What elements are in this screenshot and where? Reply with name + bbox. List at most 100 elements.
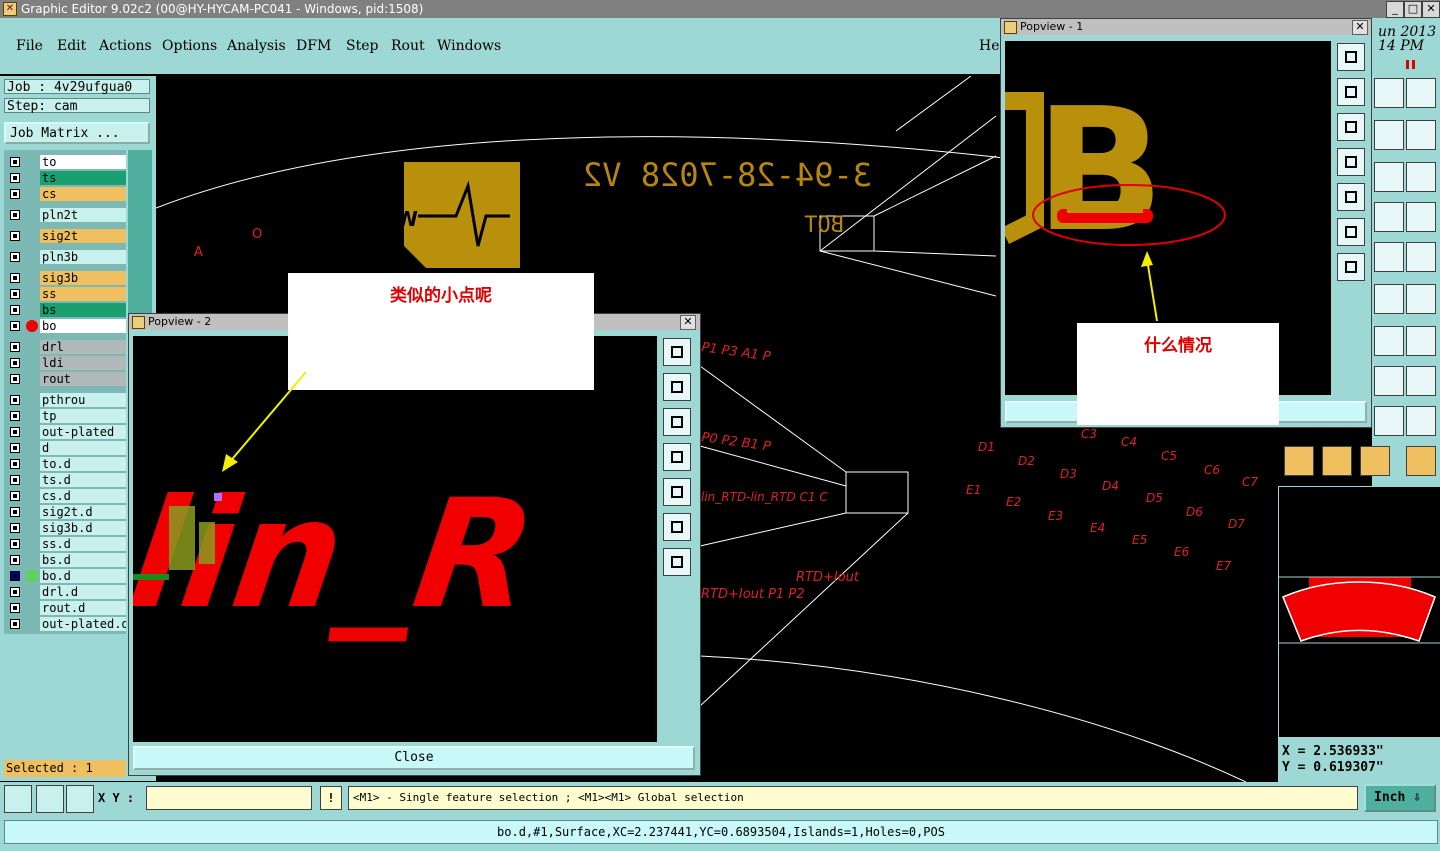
arc-icon[interactable] [1374, 326, 1404, 356]
layer-checkbox[interactable] [10, 507, 20, 517]
layer-checkbox[interactable] [10, 475, 20, 485]
layer-checkbox[interactable] [10, 289, 20, 299]
help-icon[interactable] [1406, 162, 1436, 192]
popview-2-tool-4[interactable] [663, 443, 691, 471]
maximize-button[interactable]: □ [1404, 1, 1422, 18]
overview-window[interactable] [1278, 486, 1440, 738]
layer-checkbox[interactable] [10, 231, 20, 241]
layer-row[interactable]: bs.d [4, 553, 126, 567]
layer-row[interactable]: ts.d [4, 473, 126, 487]
layer-checkbox[interactable] [10, 571, 20, 581]
layer-row[interactable]: sig3b.d [4, 521, 126, 535]
layer-checkbox[interactable] [10, 587, 20, 597]
layer-row[interactable]: cs [4, 187, 126, 201]
layer-checkbox[interactable] [10, 619, 20, 629]
panel-icon[interactable] [1374, 202, 1404, 232]
popview-2-close-button[interactable]: Close [133, 746, 695, 770]
layer-checkbox[interactable] [10, 374, 20, 384]
pointer-icon[interactable] [1284, 446, 1314, 476]
popview-1-tool-4[interactable] [1337, 148, 1365, 176]
clipboard-icon[interactable] [1374, 78, 1404, 108]
layer-checkbox[interactable] [10, 603, 20, 613]
menu-windows[interactable]: Windows [437, 38, 501, 54]
popview-2-tool-3[interactable] [663, 408, 691, 436]
layer-row[interactable]: rout [4, 372, 126, 386]
popview-1-tool-6[interactable] [1337, 218, 1365, 246]
layer-checkbox[interactable] [10, 252, 20, 262]
close-button[interactable]: ✕ [1422, 1, 1440, 18]
popview-2-close-icon[interactable]: ✕ [680, 315, 696, 330]
popview-2-tool-2[interactable] [663, 373, 691, 401]
popview-1-close-icon[interactable]: ✕ [1352, 20, 1368, 35]
menu-help[interactable]: He [979, 38, 1000, 54]
shape-icon[interactable] [1406, 366, 1436, 396]
layer-checkbox[interactable] [10, 491, 20, 501]
units-dropdown[interactable]: Inch ⇩ [1364, 784, 1436, 812]
popview-2-tool-6[interactable] [663, 513, 691, 541]
popview-2-tool-1[interactable] [663, 338, 691, 366]
layer-checkbox[interactable] [10, 443, 20, 453]
layer-row[interactable]: bs [4, 303, 126, 317]
popview-1-tool-7[interactable] [1337, 253, 1365, 281]
measure-icon[interactable] [36, 785, 64, 813]
menu-dfm[interactable]: DFM [296, 38, 331, 54]
layer-row[interactable]: out-plated.d [4, 617, 126, 631]
layer-row[interactable]: ss.d [4, 537, 126, 551]
menu-actions[interactable]: Actions [99, 38, 152, 54]
layer-row[interactable]: bo.d [4, 569, 126, 583]
menu-analysis[interactable]: Analysis [227, 38, 286, 54]
layer-row[interactable]: d [4, 441, 126, 455]
layer-checkbox[interactable] [10, 523, 20, 533]
curve-icon[interactable] [1406, 120, 1436, 150]
layer-checkbox[interactable] [10, 395, 20, 405]
square-icon[interactable] [1374, 120, 1404, 150]
layer-checkbox[interactable] [10, 358, 20, 368]
popview-1-tool-5[interactable] [1337, 183, 1365, 211]
grid-pad-icon[interactable] [1406, 202, 1436, 232]
layer-row[interactable]: drl [4, 340, 126, 354]
layer-row[interactable]: bo [4, 319, 126, 333]
layer-checkbox[interactable] [10, 459, 20, 469]
layer-row[interactable]: to.d [4, 457, 126, 471]
text-icon[interactable] [1374, 162, 1404, 192]
copy-icon[interactable] [1374, 366, 1404, 396]
layer-checkbox[interactable] [10, 173, 20, 183]
popview-2-tool-7[interactable] [663, 548, 691, 576]
layer-checkbox[interactable] [10, 427, 20, 437]
route-icon[interactable] [1406, 446, 1436, 476]
dot-move-icon[interactable] [1406, 284, 1436, 314]
popview-1-tool-3[interactable] [1337, 113, 1365, 141]
menu-rout[interactable]: Rout [391, 38, 425, 54]
layer-checkbox[interactable] [10, 321, 20, 331]
layer-checkbox[interactable] [10, 189, 20, 199]
menu-edit[interactable]: Edit [57, 38, 86, 54]
popview-1-tool-1[interactable] [1337, 43, 1365, 71]
layer-checkbox[interactable] [10, 273, 20, 283]
pointer-2-icon[interactable] [1322, 446, 1352, 476]
layer-row[interactable]: sig3b [4, 271, 126, 285]
layer-row[interactable]: ldi [4, 356, 126, 370]
layer-row[interactable]: sig2t [4, 229, 126, 243]
popview-1-tool-2[interactable] [1337, 78, 1365, 106]
menu-options[interactable]: Options [162, 38, 217, 54]
outline-icon[interactable] [1406, 406, 1436, 436]
window-icon[interactable] [1406, 78, 1436, 108]
layer-checkbox[interactable] [10, 305, 20, 315]
layer-row[interactable]: cs.d [4, 489, 126, 503]
menu-file[interactable]: File [16, 38, 43, 54]
pointer-3-icon[interactable] [1360, 446, 1390, 476]
pad-icon[interactable] [1406, 242, 1436, 272]
layer-row[interactable]: ts [4, 171, 126, 185]
layer-row[interactable]: rout.d [4, 601, 126, 615]
layer-checkbox[interactable] [10, 555, 20, 565]
layer-row[interactable]: sig2t.d [4, 505, 126, 519]
alert-button[interactable]: ! [320, 786, 342, 810]
layer-row[interactable]: pthrou [4, 393, 126, 407]
grid-icon[interactable] [66, 785, 94, 813]
job-matrix-button[interactable]: Job Matrix ... [4, 122, 150, 144]
layer-row[interactable]: pln3b [4, 250, 126, 264]
layer-row[interactable]: out-plated [4, 425, 126, 439]
xy-input[interactable] [146, 786, 312, 810]
fill-icon[interactable] [1374, 406, 1404, 436]
layer-row[interactable]: ss [4, 287, 126, 301]
